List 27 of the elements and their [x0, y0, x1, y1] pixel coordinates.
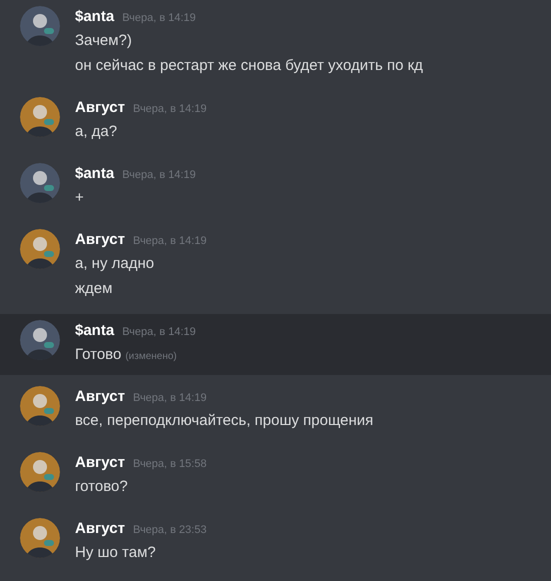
edited-label: (изменено): [125, 350, 177, 364]
message-text: Зачем?): [75, 31, 132, 51]
timestamp: Вчера, в 14:19: [122, 168, 196, 183]
timestamp: Вчера, в 14:19: [132, 391, 207, 406]
author-name[interactable]: $anta: [75, 6, 114, 28]
timestamp: Вчера, в 14:19: [122, 11, 196, 26]
message-text: а, ну ладно: [75, 254, 154, 274]
message-text: Готово: [75, 345, 122, 365]
timestamp: Вчера, в 15:58: [132, 457, 207, 472]
author-name[interactable]: Август: [75, 229, 125, 252]
author-name[interactable]: Август: [75, 518, 125, 540]
timestamp: Вчера, в 14:19: [122, 325, 196, 340]
message-text: все, переподключайтесь, прошу прощения: [75, 411, 374, 431]
author-name[interactable]: Август: [75, 97, 125, 120]
timestamp: Вчера, в 23:53: [132, 523, 207, 538]
message-text: ждем: [75, 279, 112, 299]
timestamp: Вчера, в 14:19: [132, 102, 207, 117]
message-text: он сейчас в рестарт же снова будет уходить по кд: [75, 56, 423, 76]
message-text: +: [75, 188, 84, 208]
message-text: а, да?: [75, 122, 118, 142]
author-name[interactable]: Август: [75, 386, 125, 408]
message-text: готово?: [75, 477, 128, 497]
timestamp: Вчера, в 14:19: [132, 234, 207, 249]
message-text: Ну шо там?: [75, 543, 156, 563]
author-name[interactable]: $anta: [75, 163, 114, 186]
author-name[interactable]: Август: [75, 452, 125, 474]
author-name[interactable]: $anta: [75, 320, 114, 342]
